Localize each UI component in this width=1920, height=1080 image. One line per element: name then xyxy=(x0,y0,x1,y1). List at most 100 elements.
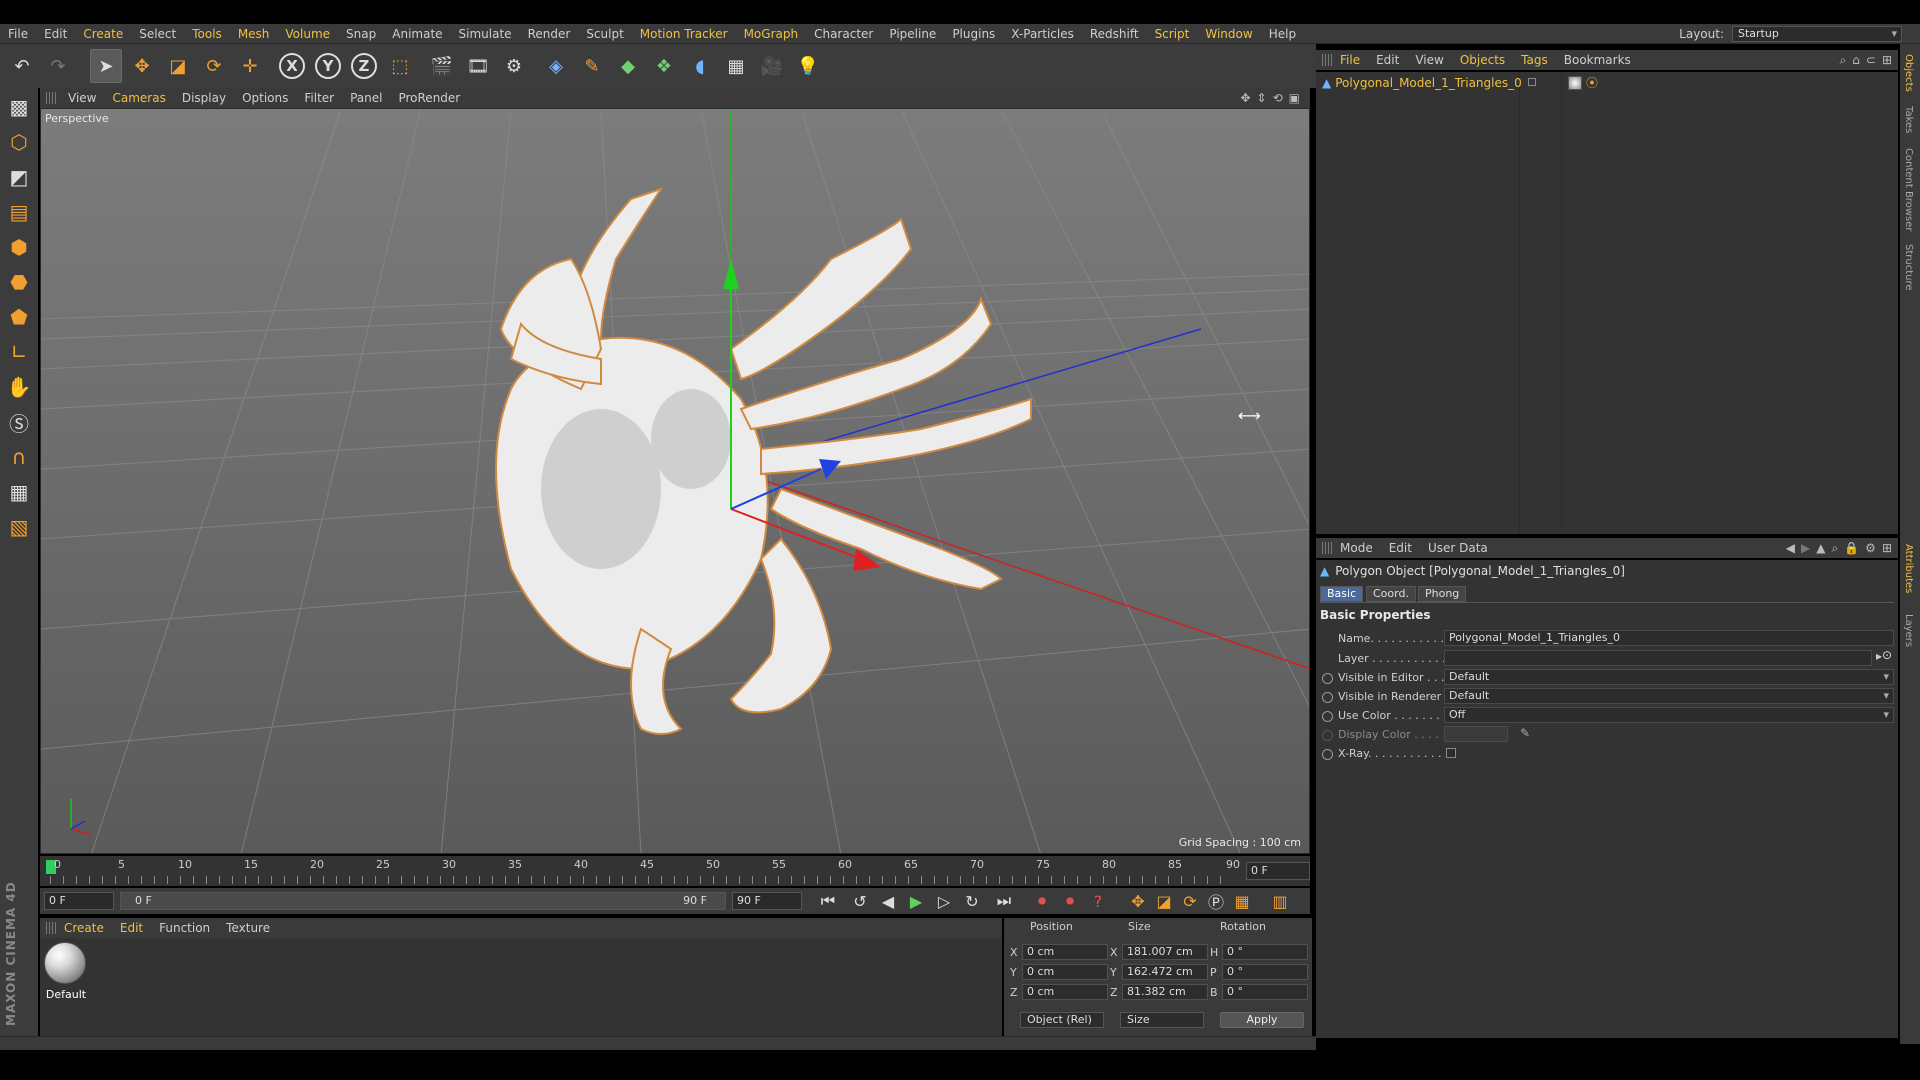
xray-checkbox[interactable] xyxy=(1446,748,1456,758)
om-menu-view[interactable]: View xyxy=(1407,50,1451,70)
viewport-menu-filter[interactable]: Filter xyxy=(296,88,342,108)
lock-icon[interactable]: 🔒 xyxy=(1844,541,1859,555)
move-tool-icon[interactable]: ✥ xyxy=(126,49,158,83)
autokey-icon[interactable]: ⏺ xyxy=(1058,890,1082,912)
name-field[interactable]: Polygonal_Model_1_Triangles_0 xyxy=(1444,630,1894,646)
deformer-icon[interactable]: ◖ xyxy=(684,49,716,83)
new-window-icon[interactable]: ⊞ xyxy=(1882,541,1892,555)
menu-x-particles[interactable]: X-Particles xyxy=(1003,24,1082,44)
home-icon[interactable]: ⌂ xyxy=(1852,53,1860,67)
points-mode-icon[interactable]: ⬢ xyxy=(2,231,36,263)
visible-renderer-dropdown[interactable]: Default xyxy=(1444,688,1894,704)
key-parameter-icon[interactable]: Ⓟ xyxy=(1204,890,1228,912)
key-position-icon[interactable]: ✥ xyxy=(1126,890,1150,912)
subdivision-surface-icon[interactable]: ◆ xyxy=(612,49,644,83)
viewport-menu-cameras[interactable]: Cameras xyxy=(104,88,173,108)
start-frame-field[interactable]: 0 F xyxy=(44,892,114,910)
previous-frame-icon[interactable]: ◀ xyxy=(876,890,900,912)
menu-volume[interactable]: Volume xyxy=(277,24,338,44)
material-menu-function[interactable]: Function xyxy=(151,918,218,938)
menu-animate[interactable]: Animate xyxy=(384,24,450,44)
pos-y-field[interactable]: 0 cm xyxy=(1022,964,1108,980)
attr-menu-edit[interactable]: Edit xyxy=(1381,538,1420,558)
rot-h-field[interactable]: 0 ° xyxy=(1222,944,1308,960)
phong-tag-icon[interactable]: ⦿ xyxy=(1586,74,1598,91)
dolly-icon[interactable]: ⇕ xyxy=(1257,91,1267,105)
model-mode-icon[interactable]: ⬡ xyxy=(2,126,36,158)
layer-field[interactable] xyxy=(1444,650,1872,666)
previous-key-icon[interactable]: ↺ xyxy=(848,890,872,912)
pos-z-field[interactable]: 0 cm xyxy=(1022,984,1108,1000)
animate-radio[interactable] xyxy=(1322,692,1333,703)
search-icon[interactable]: ⌕ xyxy=(1840,53,1847,68)
animate-radio[interactable] xyxy=(1322,749,1333,760)
om-menu-bookmarks[interactable]: Bookmarks xyxy=(1556,50,1639,70)
side-tab-takes[interactable]: Takes xyxy=(1903,106,1914,133)
menu-sculpt[interactable]: Sculpt xyxy=(578,24,631,44)
menu-create[interactable]: Create xyxy=(75,24,131,44)
go-to-start-icon[interactable]: ⏮ xyxy=(816,890,840,912)
menu-redshift[interactable]: Redshift xyxy=(1082,24,1147,44)
menu-motion-tracker[interactable]: Motion Tracker xyxy=(632,24,736,44)
menu-snap[interactable]: Snap xyxy=(338,24,384,44)
rotate-tool-icon[interactable]: ⟳ xyxy=(198,49,230,83)
size-mode-dropdown[interactable]: Size xyxy=(1120,1012,1204,1028)
current-frame-field[interactable]: 0 F xyxy=(1246,862,1310,880)
menu-mesh[interactable]: Mesh xyxy=(230,24,278,44)
material-tag-icon[interactable] xyxy=(1568,75,1582,90)
make-editable-icon[interactable]: ▩ xyxy=(2,91,36,123)
side-tab-layers[interactable]: Layers xyxy=(1903,614,1914,647)
keyframe-selection-icon[interactable]: ? xyxy=(1086,890,1110,912)
viewport-menu-options[interactable]: Options xyxy=(234,88,296,108)
back-arrow-icon[interactable]: ◀ xyxy=(1786,541,1795,555)
om-menu-tags[interactable]: Tags xyxy=(1513,50,1556,70)
material-menu-texture[interactable]: Texture xyxy=(218,918,278,938)
animate-radio[interactable] xyxy=(1322,711,1333,722)
attr-menu-mode[interactable]: Mode xyxy=(1332,538,1381,558)
side-tab-structure[interactable]: Structure xyxy=(1903,244,1914,291)
go-to-end-icon[interactable]: ⏭ xyxy=(992,890,1016,912)
undo-icon[interactable]: ↶ xyxy=(6,49,38,83)
animate-radio[interactable] xyxy=(1322,673,1333,684)
side-tab-objects[interactable]: Objects xyxy=(1903,54,1914,92)
tab-phong[interactable]: Phong xyxy=(1418,586,1467,602)
om-menu-edit[interactable]: Edit xyxy=(1368,50,1407,70)
gizmo-y-handle[interactable] xyxy=(723,259,739,289)
x-axis-lock-icon[interactable]: X xyxy=(276,49,308,83)
material-menu-edit[interactable]: Edit xyxy=(112,918,151,938)
solo-mode-icon[interactable]: Ⓢ xyxy=(2,406,36,438)
menu-tools[interactable]: Tools xyxy=(184,24,230,44)
crab-model[interactable] xyxy=(495,187,1032,735)
material-menu-create[interactable]: Create xyxy=(56,918,112,938)
key-scale-icon[interactable]: ◪ xyxy=(1152,890,1176,912)
settings-icon[interactable]: ⚙ xyxy=(1865,541,1876,555)
record-active-icon[interactable]: ⏺ xyxy=(1030,890,1054,912)
key-pla-icon[interactable]: ▦ xyxy=(1230,890,1254,912)
rot-p-field[interactable]: 0 ° xyxy=(1222,964,1308,980)
attr-menu-user-data[interactable]: User Data xyxy=(1420,538,1496,558)
tweak-mode-icon[interactable]: ✋ xyxy=(2,371,36,403)
camera-icon[interactable]: 🎥 xyxy=(756,49,788,83)
material-name-label[interactable]: Default xyxy=(44,988,88,1001)
object-row[interactable]: ▲ Polygonal_Model_1_Triangles_0 xyxy=(1322,76,1522,90)
preview-range-slider[interactable]: 0 F 90 F xyxy=(120,892,726,910)
layout-dropdown[interactable]: Startup xyxy=(1732,26,1902,42)
next-key-icon[interactable]: ↻ xyxy=(960,890,984,912)
y-axis-lock-icon[interactable]: Y xyxy=(312,49,344,83)
size-z-field[interactable]: 81.382 cm xyxy=(1122,984,1208,1000)
snap-icon[interactable]: ∩ xyxy=(2,441,36,473)
pen-spline-icon[interactable]: ✎ xyxy=(576,49,608,83)
texture-mode-icon[interactable]: ◩ xyxy=(2,161,36,193)
render-settings-icon[interactable]: ⚙ xyxy=(498,49,530,83)
viewport-menu-display[interactable]: Display xyxy=(174,88,234,108)
play-icon[interactable]: ▶ xyxy=(904,890,928,912)
key-rotation-icon[interactable]: ⟳ xyxy=(1178,890,1202,912)
pan-icon[interactable]: ✥ xyxy=(1240,91,1250,105)
render-picture-viewer-icon[interactable]: 🎞 xyxy=(462,49,494,83)
end-frame-field[interactable]: 90 F xyxy=(732,892,802,910)
menu-render[interactable]: Render xyxy=(520,24,579,44)
display-color-swatch[interactable] xyxy=(1444,726,1508,742)
workplane-icon[interactable]: ▤ xyxy=(2,196,36,228)
render-view-icon[interactable]: 🎬 xyxy=(426,49,458,83)
array-generator-icon[interactable]: ❖ xyxy=(648,49,680,83)
